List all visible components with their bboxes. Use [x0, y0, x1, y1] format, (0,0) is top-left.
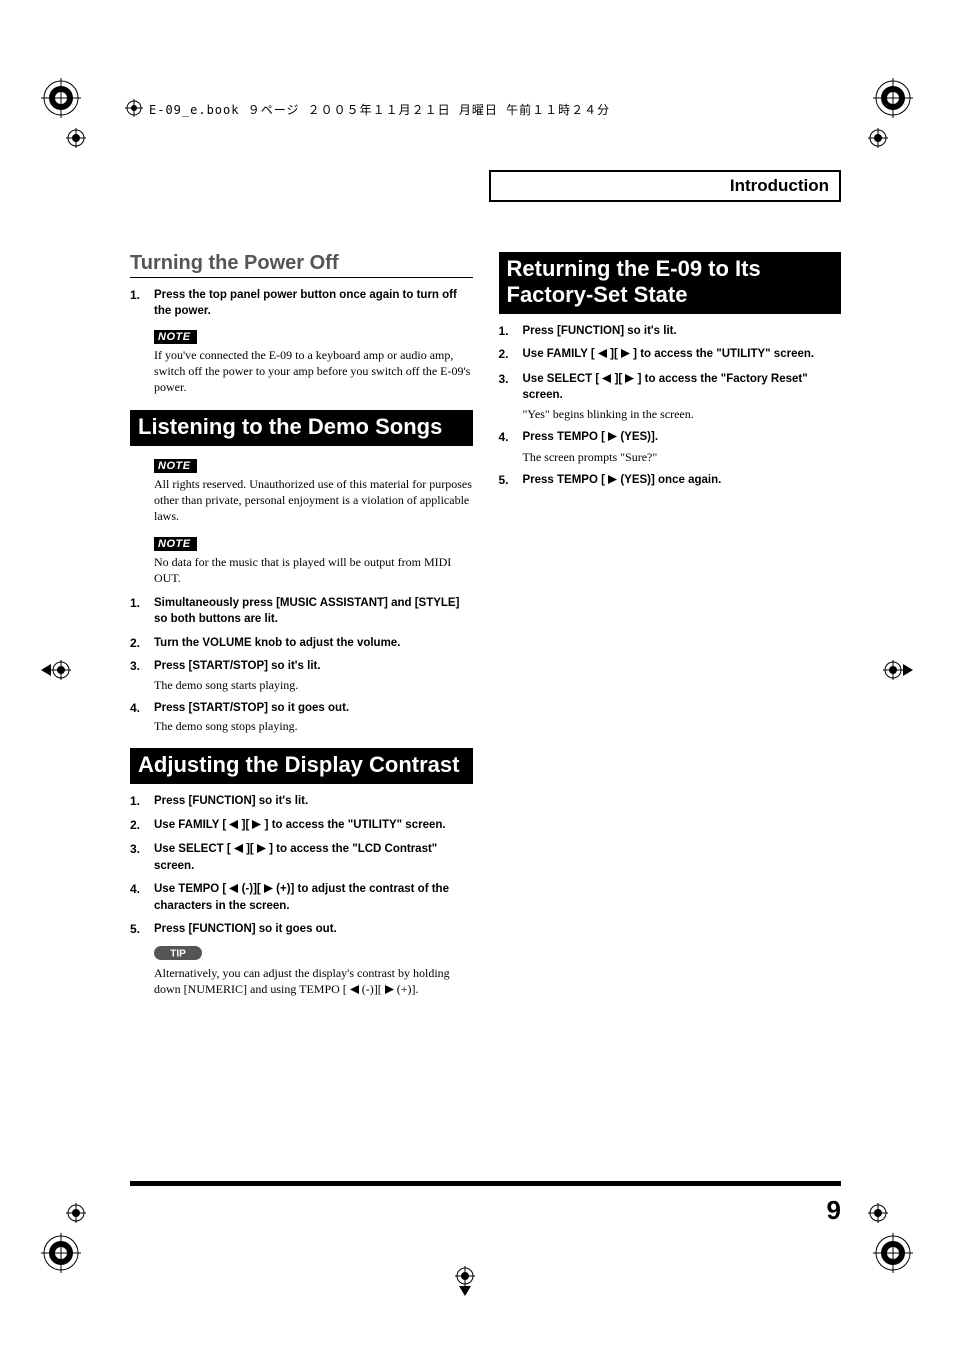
reset-step-4: 4. Press TEMPO [ (YES)]. The screen prom…: [499, 430, 842, 465]
doc-source-header: E-09_e.book ９ページ ２００５年１１月２１日 月曜日 午前１１時２４…: [125, 99, 829, 120]
step-number: 3.: [499, 372, 513, 422]
step-body: The demo song stops playing.: [154, 718, 473, 734]
step-text: Use FAMILY [ ][ ] to access the "UTILITY…: [523, 347, 842, 364]
step-text: Turn the VOLUME knob to adjust the volum…: [154, 636, 473, 652]
step-number: 4.: [499, 430, 513, 465]
crop-small-bottom-left: [66, 1203, 86, 1223]
tip-badge: TIP: [154, 946, 202, 960]
section-header-box: Introduction: [489, 170, 841, 202]
contrast-step-2: 2. Use FAMILY [ ][ ] to access the "UTIL…: [130, 818, 473, 835]
left-column: Turning the Power Off 1. Press the top p…: [130, 252, 473, 1008]
heading-power-off: Turning the Power Off: [130, 252, 473, 278]
step-text: Use TEMPO [ (-)][ (+)] to adjust the con…: [154, 882, 473, 914]
reset-step-2: 2. Use FAMILY [ ][ ] to access the "UTIL…: [499, 347, 842, 364]
step-text: Press [START/STOP] so it's lit.: [154, 659, 473, 675]
step-number: 2.: [499, 347, 513, 364]
demo-step-3: 3. Press [START/STOP] so it's lit. The d…: [130, 659, 473, 693]
note-badge: NOTE: [154, 330, 197, 344]
contrast-step-4: 4. Use TEMPO [ (-)][ (+)] to adjust the …: [130, 882, 473, 914]
crop-small-top-right: [868, 128, 888, 148]
step-number: 2.: [130, 636, 144, 652]
step-text: Use FAMILY [ ][ ] to access the "UTILITY…: [154, 818, 473, 835]
note-badge: NOTE: [154, 537, 197, 551]
power-off-step-1: 1. Press the top panel power button once…: [130, 288, 473, 319]
crop-mid-bottom: [455, 1266, 475, 1296]
heading-contrast: Adjusting the Display Contrast: [130, 748, 473, 784]
step-text: Press [FUNCTION] so it goes out.: [154, 922, 473, 938]
step-text: Press [FUNCTION] so it's lit.: [154, 794, 473, 810]
step-body: The demo song starts playing.: [154, 677, 473, 693]
step-number: 3.: [130, 659, 144, 693]
demo-step-2: 2. Turn the VOLUME knob to adjust the vo…: [130, 636, 473, 652]
right-column: Returning the E-09 to Its Factory-Set St…: [499, 252, 842, 1008]
demo-note-1: All rights reserved. Unauthorized use of…: [154, 476, 473, 525]
triangle-right-icon: [264, 883, 273, 899]
reset-step-3: 3. Use SELECT [ ][ ] to access the "Fact…: [499, 372, 842, 422]
step-body: "Yes" begins blinking in the screen.: [523, 406, 842, 422]
step-text: Press [START/STOP] so it goes out.: [154, 701, 473, 717]
heading-factory-reset: Returning the E-09 to Its Factory-Set St…: [499, 252, 842, 314]
step-text: Use SELECT [ ][ ] to access the "Factory…: [523, 372, 842, 404]
step-number: 5.: [130, 922, 144, 938]
note-badge: NOTE: [154, 459, 197, 473]
contrast-step-3: 3. Use SELECT [ ][ ] to access the "LCD …: [130, 842, 473, 874]
step-number: 3.: [130, 842, 144, 874]
contrast-step-5: 5. Press [FUNCTION] so it goes out.: [130, 922, 473, 938]
registration-target-bottom-right: [873, 1233, 913, 1273]
triangle-right-icon: [385, 982, 394, 998]
step-text: Press the top panel power button once ag…: [154, 288, 473, 319]
step-text: Press TEMPO [ (YES)] once again.: [523, 473, 842, 490]
crop-small-bottom-right: [868, 1203, 888, 1223]
demo-step-1: 1. Simultaneously press [MUSIC ASSISTANT…: [130, 596, 473, 627]
step-text: Press TEMPO [ (YES)].: [523, 430, 842, 447]
triangle-left-icon: [598, 348, 607, 364]
svg-text:TIP: TIP: [170, 949, 186, 960]
crop-mid-right: [883, 660, 913, 680]
triangle-right-icon: [608, 431, 617, 447]
registration-target-top-left: [41, 78, 81, 118]
registration-target-top-right: [873, 78, 913, 118]
crop-small-top-left: [66, 128, 86, 148]
step-text: Simultaneously press [MUSIC ASSISTANT] a…: [154, 596, 473, 627]
step-number: 4.: [130, 701, 144, 735]
reset-step-5: 5. Press TEMPO [ (YES)] once again.: [499, 473, 842, 490]
step-body: The screen prompts "Sure?": [523, 449, 842, 465]
step-number: 1.: [499, 324, 513, 340]
step-number: 2.: [130, 818, 144, 835]
triangle-right-icon: [621, 348, 630, 364]
triangle-right-icon: [608, 474, 617, 490]
step-number: 5.: [499, 473, 513, 490]
step-text: Press [FUNCTION] so it's lit.: [523, 324, 842, 340]
step-number: 1.: [130, 288, 144, 319]
step-number: 1.: [130, 794, 144, 810]
reset-step-1: 1. Press [FUNCTION] so it's lit.: [499, 324, 842, 340]
step-number: 4.: [130, 882, 144, 914]
crop-mid-left: [41, 660, 71, 680]
demo-step-4: 4. Press [START/STOP] so it goes out. Th…: [130, 701, 473, 735]
footer-rule: [130, 1181, 841, 1186]
contrast-step-1: 1. Press [FUNCTION] so it's lit.: [130, 794, 473, 810]
header-reg-icon: [125, 99, 143, 120]
triangle-left-icon: [234, 843, 243, 859]
doc-source-text: E-09_e.book ９ページ ２００５年１１月２１日 月曜日 午前１１時２４…: [149, 101, 610, 118]
triangle-right-icon: [257, 843, 266, 859]
registration-target-bottom-left: [41, 1233, 81, 1273]
step-text: Use SELECT [ ][ ] to access the "LCD Con…: [154, 842, 473, 874]
page-number: 9: [827, 1195, 841, 1226]
power-off-note-text: If you've connected the E-09 to a keyboa…: [154, 347, 473, 396]
demo-note-2: No data for the music that is played wil…: [154, 554, 473, 586]
triangle-left-icon: [350, 982, 359, 998]
contrast-tip-text: Alternatively, you can adjust the displa…: [154, 965, 473, 998]
heading-demo-songs: Listening to the Demo Songs: [130, 410, 473, 446]
step-number: 1.: [130, 596, 144, 627]
section-header-title: Introduction: [730, 176, 829, 195]
